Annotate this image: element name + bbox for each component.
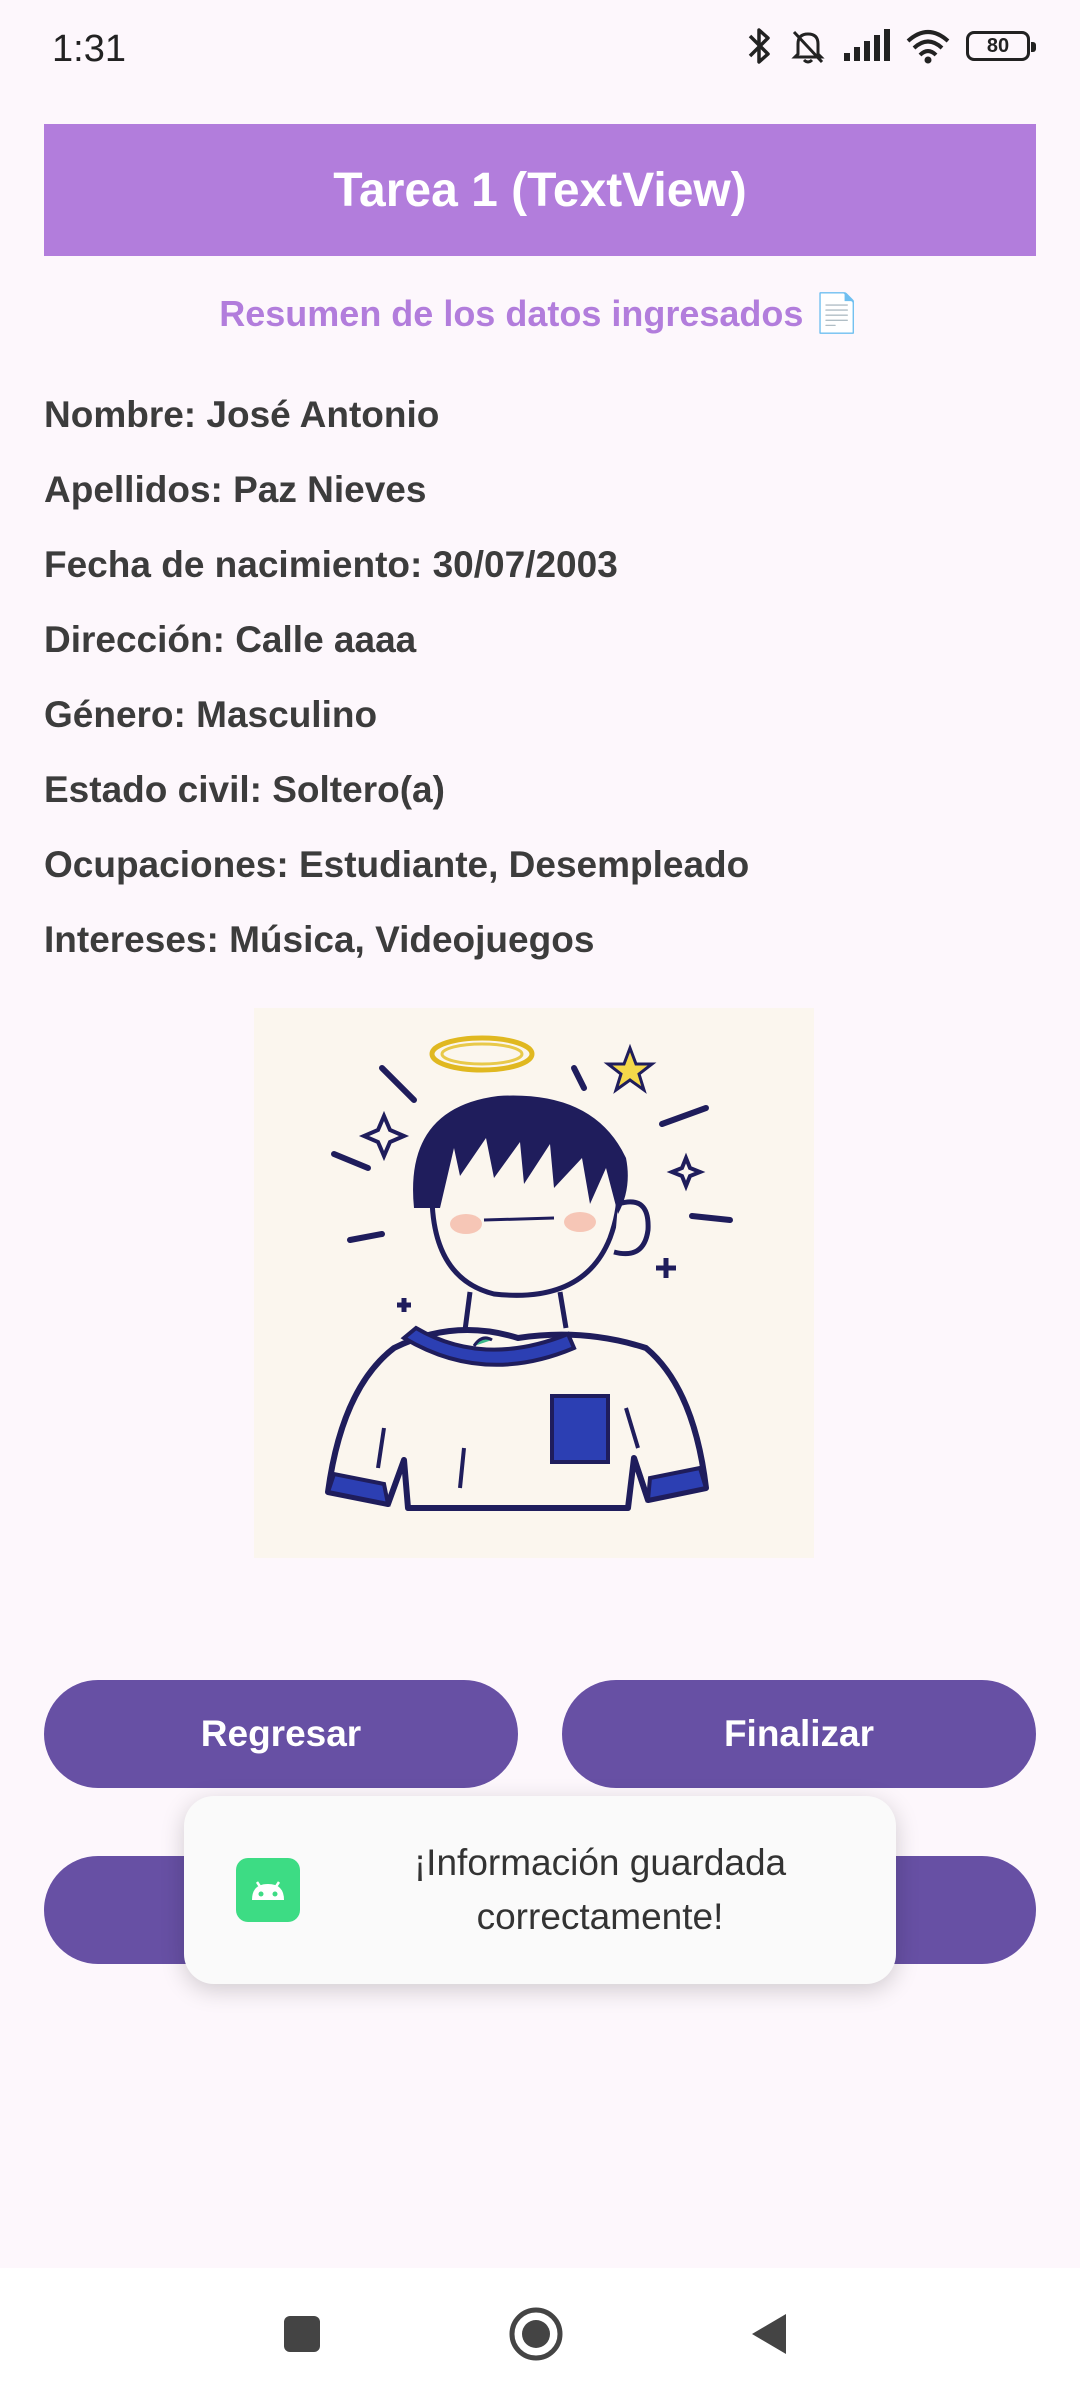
field-ocupaciones: Ocupaciones: Estudiante, Desempleado (44, 844, 750, 885)
wifi-icon (906, 30, 950, 64)
document-icon: 📄 (813, 293, 861, 335)
page-title: Tarea 1 (TextView) (333, 163, 747, 217)
status-icons: 80 (744, 26, 1036, 66)
field-intereses: Intereses: Música, Videojuegos (44, 919, 595, 960)
system-nav-bar (0, 2268, 1080, 2400)
field-estado-civil: Estado civil: Soltero(a) (44, 769, 445, 810)
battery-icon: 80 (966, 31, 1036, 61)
field-genero: Género: Masculino (44, 694, 378, 735)
home-circle-icon[interactable] (508, 2306, 564, 2362)
toast-text: ¡Información guardada correctamente! (413, 1842, 787, 1937)
regresar-button[interactable]: Regresar (44, 1680, 518, 1788)
back-triangle-icon[interactable] (748, 2312, 788, 2356)
toast-message: ¡Información guardada correctamente! (184, 1796, 896, 1984)
status-bar: 1:31 80 (0, 0, 1080, 100)
battery-level: 80 (986, 34, 1010, 57)
bluetooth-icon (748, 28, 770, 64)
signal-icon (844, 29, 890, 61)
finalizar-button[interactable]: Finalizar (562, 1680, 1036, 1788)
bell-muted-icon (791, 30, 825, 64)
app-header: Tarea 1 (TextView) (44, 124, 1036, 256)
field-nombre: Nombre: José Antonio (44, 394, 440, 435)
summary-fields: Nombre: José Antonio Apellidos: Paz Niev… (44, 388, 749, 988)
field-apellidos: Apellidos: Paz Nieves (44, 469, 427, 510)
field-fecha-nacimiento: Fecha de nacimiento: 30/07/2003 (44, 544, 618, 585)
android-app-icon (236, 1858, 300, 1922)
recents-square-icon[interactable] (282, 2314, 322, 2354)
status-time: 1:31 (52, 28, 126, 70)
field-direccion: Dirección: Calle aaaa (44, 619, 417, 660)
avatar-illustration (254, 1008, 814, 1558)
summary-title-text: Resumen de los datos ingresados (219, 293, 804, 334)
summary-title: Resumen de los datos ingresados 📄 (0, 292, 1080, 336)
